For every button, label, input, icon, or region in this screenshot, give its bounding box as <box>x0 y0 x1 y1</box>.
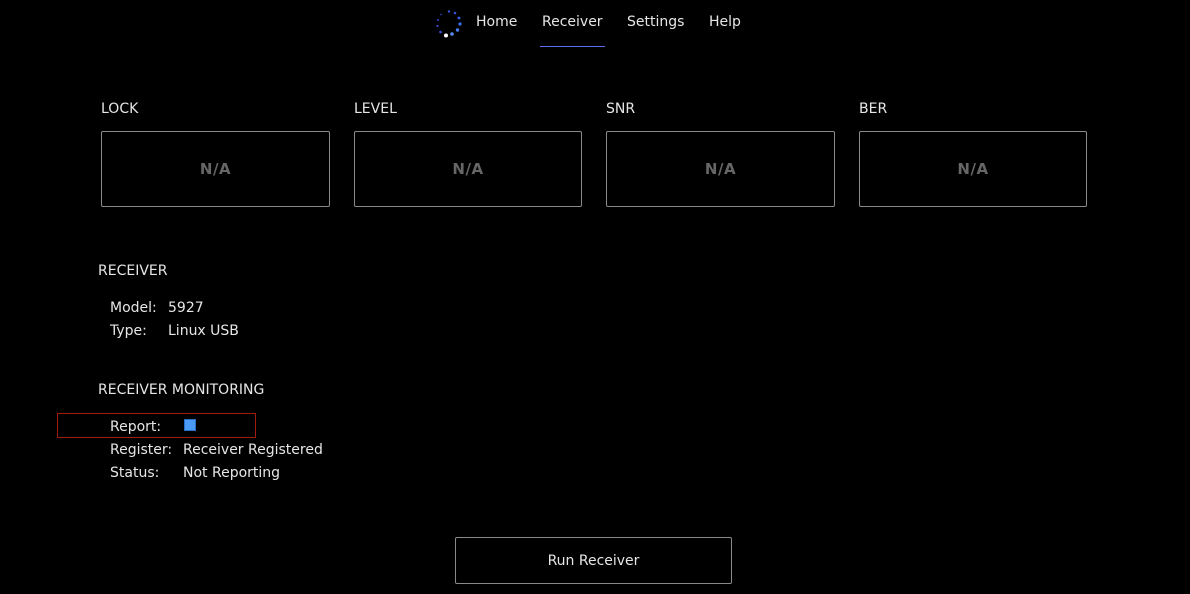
lock-value: N/A <box>199 160 232 178</box>
monitoring-section-title: RECEIVER MONITORING <box>98 382 265 398</box>
nav-help[interactable]: Help <box>709 14 741 30</box>
receiver-section-title: RECEIVER <box>98 263 168 279</box>
top-nav: Home Receiver Settings Help <box>0 0 1190 48</box>
lock-label: LOCK <box>101 101 139 117</box>
status-value: Not Reporting <box>183 465 281 481</box>
nav-home[interactable]: Home <box>476 14 517 30</box>
lock-box: N/A <box>101 131 330 207</box>
receiver-page: Home Receiver Settings Help LOCK N/A LEV… <box>0 0 1190 594</box>
model-value: 5927 <box>168 300 204 316</box>
run-receiver-button[interactable]: Run Receiver <box>455 537 732 584</box>
ber-box: N/A <box>859 131 1087 207</box>
level-box: N/A <box>354 131 582 207</box>
nav-receiver[interactable]: Receiver <box>540 14 605 47</box>
status-label: Status: <box>110 465 160 481</box>
ber-label: BER <box>859 101 888 117</box>
register-value: Receiver Registered <box>183 442 323 458</box>
snr-box: N/A <box>606 131 835 207</box>
report-label: Report: <box>110 419 162 435</box>
ber-value: N/A <box>957 160 989 178</box>
type-value: Linux USB <box>168 323 239 339</box>
register-label: Register: <box>110 442 173 458</box>
snr-value: N/A <box>704 160 737 178</box>
level-label: LEVEL <box>354 101 397 117</box>
snr-label: SNR <box>606 101 636 117</box>
level-value: N/A <box>452 160 484 178</box>
nav-settings[interactable]: Settings <box>627 14 684 30</box>
type-label: Type: <box>110 323 147 339</box>
report-checkbox[interactable] <box>184 419 196 431</box>
spinner-logo-icon <box>436 10 462 38</box>
model-label: Model: <box>110 300 157 316</box>
